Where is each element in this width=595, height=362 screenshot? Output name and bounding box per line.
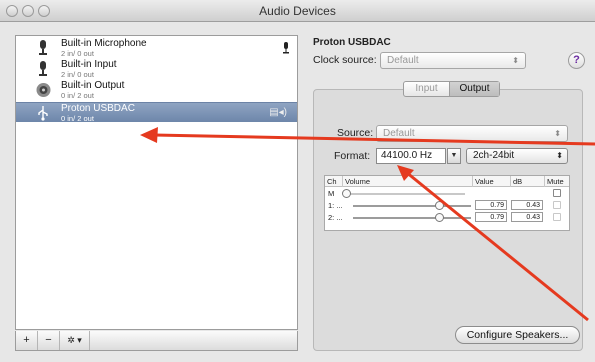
usb-icon — [38, 106, 48, 121]
clock-source-popup[interactable]: Default ⬍ — [380, 52, 526, 69]
popup-arrows-icon: ⬍ — [556, 151, 563, 160]
device-name: Built-in Input — [61, 59, 117, 70]
mute-checkbox[interactable] — [553, 213, 561, 221]
title-bar: Audio Devices — [0, 0, 595, 22]
slider-knob[interactable] — [342, 189, 351, 198]
column-header-ch: Ch — [325, 176, 343, 187]
db-field[interactable]: 0.43 — [511, 200, 543, 210]
bit-depth-value: 2ch-24bit — [473, 150, 515, 161]
column-header-db: dB — [511, 176, 545, 187]
channel-label: 1: ... — [328, 201, 343, 210]
window-title: Audio Devices — [259, 4, 336, 18]
value-field[interactable]: 0.79 — [475, 212, 507, 222]
source-label: Source: — [337, 127, 374, 139]
default-input-mic-icon — [283, 42, 289, 54]
help-button[interactable]: ? — [568, 52, 585, 69]
device-name: Built-in Microphone — [61, 38, 147, 49]
device-row-built-in-input[interactable]: Built-in Input 2 in/ 0 out — [16, 59, 297, 79]
device-row-built-in-output[interactable]: Built-in Output 0 in/ 2 out — [16, 80, 297, 100]
value-field[interactable]: 0.79 — [475, 200, 507, 210]
device-list[interactable]: Built-in Microphone 2 in/ 0 out Built-in… — [15, 35, 298, 330]
speaker-icon — [36, 83, 51, 97]
clock-source-label: Clock source: — [313, 54, 377, 66]
table-row-channel-2: 2: ... 0.79 0.43 — [325, 212, 569, 223]
clock-source-value: Default — [387, 55, 419, 66]
input-output-segmented-control[interactable]: Input Output — [403, 81, 500, 97]
popup-arrows-icon: ⬍ — [512, 56, 519, 65]
column-header-value: Value — [473, 176, 511, 187]
channel-label: 2: ... — [328, 213, 343, 222]
tab-output[interactable]: Output — [449, 82, 499, 96]
mute-checkbox[interactable] — [553, 201, 561, 209]
volume-table-header: Ch Volume Value dB Mute — [325, 176, 569, 187]
configure-speakers-button[interactable]: Configure Speakers... — [455, 326, 580, 344]
device-title: Proton USBDAC — [313, 37, 391, 48]
channel-label: M — [328, 189, 335, 198]
table-row-channel-1: 1: ... 0.79 0.43 — [325, 200, 569, 211]
device-name: Proton USBDAC — [61, 103, 135, 114]
slider-knob[interactable] — [435, 213, 444, 222]
table-row-master: M — [325, 188, 569, 199]
gear-menu-button[interactable]: ✲ ▾ — [60, 331, 90, 350]
channel-2-volume-slider[interactable] — [353, 217, 471, 219]
device-io: 2 in/ 0 out — [61, 49, 94, 58]
sample-rate-field[interactable]: 44100.0 Hz — [376, 148, 446, 164]
slider-knob[interactable] — [435, 201, 444, 210]
remove-device-button[interactable]: − — [38, 331, 60, 350]
tab-input[interactable]: Input — [404, 82, 449, 96]
channel-1-volume-slider[interactable] — [353, 205, 471, 207]
format-label: Format: — [334, 150, 371, 162]
device-io: 0 in/ 2 out — [61, 91, 94, 100]
popup-arrows-icon: ⬍ — [554, 129, 561, 138]
microphone-icon — [39, 61, 47, 76]
add-device-button[interactable]: + — [16, 331, 38, 350]
master-volume-slider[interactable] — [345, 193, 465, 195]
device-row-proton-usbdac[interactable]: Proton USBDAC 0 in/ 2 out ▤◂) — [16, 102, 297, 123]
device-list-toolbar: + − ✲ ▾ — [15, 331, 298, 351]
device-io: 0 in/ 2 out — [61, 114, 94, 123]
sample-rate-dropdown-button[interactable]: ▼ — [447, 148, 461, 164]
column-header-mute: Mute — [547, 177, 564, 186]
db-field[interactable]: 0.43 — [511, 212, 543, 222]
volume-table: Ch Volume Value dB Mute M 1: ... 0.79 0.… — [324, 175, 570, 231]
bit-depth-popup[interactable]: 2ch-24bit ⬍ — [466, 148, 568, 164]
microphone-icon — [39, 40, 47, 55]
source-popup[interactable]: Default ⬍ — [376, 125, 568, 142]
default-output-speaker-icon: ▤◂) — [269, 107, 287, 118]
column-header-volume: Volume — [343, 176, 473, 187]
device-row-built-in-microphone[interactable]: Built-in Microphone 2 in/ 0 out — [16, 38, 297, 58]
mute-checkbox[interactable] — [553, 189, 561, 197]
source-value: Default — [383, 128, 415, 139]
device-name: Built-in Output — [61, 80, 125, 91]
audio-devices-window: Audio Devices Built-in Microphone 2 in/ … — [0, 0, 595, 362]
device-io: 2 in/ 0 out — [61, 70, 94, 79]
